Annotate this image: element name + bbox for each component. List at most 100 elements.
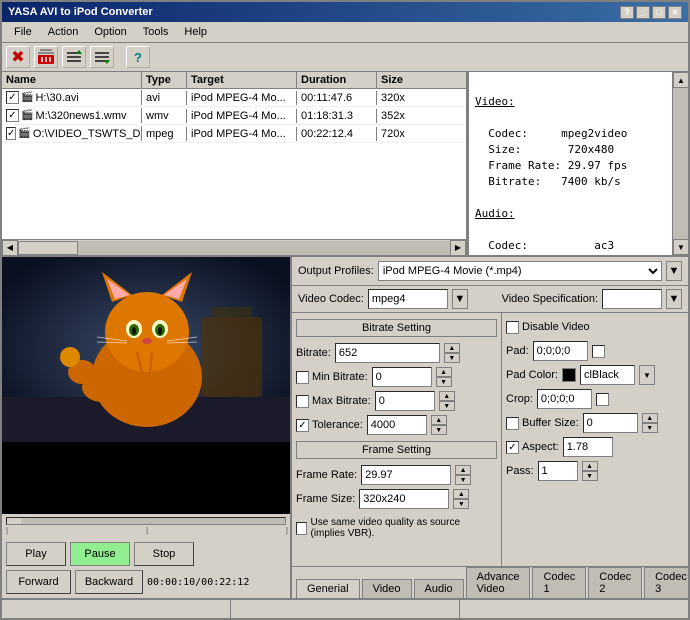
output-profiles-dropdown-btn[interactable]: ▼ — [666, 261, 682, 281]
tab-advance-video[interactable]: Advance Video — [466, 567, 531, 598]
min-bitrate-checkbox[interactable] — [296, 371, 309, 384]
tab-audio[interactable]: Audio — [414, 579, 464, 598]
menu-option[interactable]: Option — [86, 24, 134, 40]
video-codec-dropdown[interactable]: ▼ — [452, 289, 468, 309]
min-bitrate-down[interactable]: ▼ — [436, 377, 452, 387]
vbr-text: Use same video quality as source (implie… — [310, 517, 497, 539]
max-bitrate-input[interactable] — [375, 391, 435, 411]
pad-checkbox[interactable] — [592, 345, 605, 358]
info-scroll-track[interactable] — [673, 88, 688, 239]
pad-color-swatch[interactable] — [562, 368, 576, 382]
buffer-input[interactable] — [583, 413, 638, 433]
forward-button[interactable]: Forward — [6, 570, 71, 594]
buffer-spinner: ▲ ▼ — [642, 413, 658, 433]
tab-codec2[interactable]: Codec 2 — [588, 567, 642, 598]
play-button[interactable]: Play — [6, 542, 66, 566]
close-btn[interactable]: × — [668, 6, 682, 19]
move-down-toolbar-btn[interactable] — [90, 46, 114, 68]
pad-input[interactable] — [533, 341, 588, 361]
col-header-type[interactable]: Type — [142, 72, 187, 88]
table-row[interactable]: 🎬 M:\320news1.wmv wmv iPod MPEG-4 Mo... … — [2, 107, 466, 125]
buffer-down[interactable]: ▼ — [642, 423, 658, 433]
output-profiles-label: Output Profiles: — [298, 265, 374, 277]
pad-color-input[interactable] — [580, 365, 635, 385]
tolerance-up[interactable]: ▲ — [431, 415, 447, 425]
backward-button[interactable]: Backward — [75, 570, 143, 594]
file-check-0[interactable] — [6, 91, 19, 104]
crop-input[interactable] — [537, 389, 592, 409]
frame-rate-up[interactable]: ▲ — [455, 465, 471, 475]
frame-rate-spinner: ▲ ▼ — [455, 465, 471, 485]
frame-size-up[interactable]: ▲ — [453, 489, 469, 499]
frame-rate-input[interactable] — [361, 465, 451, 485]
info-scroll-down[interactable]: ▼ — [673, 239, 688, 255]
video-spec-input[interactable] — [602, 289, 662, 309]
delete-toolbar-btn[interactable] — [34, 46, 58, 68]
controls-area: Play Pause Stop Forward Backward 00:00:1… — [2, 538, 290, 598]
buffer-checkbox[interactable] — [506, 417, 519, 430]
minimize-btn[interactable]: _ — [636, 6, 650, 19]
file-check-1[interactable] — [6, 109, 19, 122]
col-header-size[interactable]: Size — [377, 72, 417, 88]
tab-codec3[interactable]: Codec 3 — [644, 567, 688, 598]
col-header-duration[interactable]: Duration — [297, 72, 377, 88]
file-check-2[interactable] — [6, 127, 16, 140]
frame-size-down[interactable]: ▼ — [453, 499, 469, 509]
maximize-btn[interactable]: □ — [652, 6, 666, 19]
min-bitrate-input[interactable] — [372, 367, 432, 387]
bitrate-up-btn[interactable]: ▲ — [444, 343, 460, 353]
tolerance-input[interactable] — [367, 415, 427, 435]
pass-down[interactable]: ▼ — [582, 471, 598, 481]
tab-generial[interactable]: Generial — [296, 579, 360, 598]
aspect-checkbox[interactable] — [506, 441, 519, 454]
buffer-up[interactable]: ▲ — [642, 413, 658, 423]
tolerance-down[interactable]: ▼ — [431, 425, 447, 435]
stop-button[interactable]: Stop — [134, 542, 194, 566]
menu-file[interactable]: File — [6, 24, 40, 40]
settings-area: Output Profiles: iPod MPEG-4 Movie (*.mp… — [292, 257, 688, 598]
help-toolbar-btn[interactable]: ? — [126, 46, 150, 68]
pause-button[interactable]: Pause — [70, 542, 130, 566]
max-bitrate-down[interactable]: ▼ — [439, 401, 455, 411]
settings-toolbar-btn[interactable]: ✖ — [6, 46, 30, 68]
scroll-track-h[interactable] — [18, 241, 450, 255]
table-row[interactable]: 🎬 O:\VIDEO_TSWTS_D... mpeg iPod MPEG-4 M… — [2, 125, 466, 143]
tab-video[interactable]: Video — [362, 579, 412, 598]
min-bitrate-up[interactable]: ▲ — [436, 367, 452, 377]
info-scroll-up[interactable]: ▲ — [673, 72, 688, 88]
bitrate-down-btn[interactable]: ▼ — [444, 353, 460, 363]
video-codec-input[interactable] — [368, 289, 448, 309]
bitrate-input[interactable] — [335, 343, 440, 363]
progress-track[interactable] — [6, 517, 286, 525]
menu-tools[interactable]: Tools — [135, 24, 177, 40]
file-type-0: avi — [142, 91, 187, 105]
max-bitrate-up[interactable]: ▲ — [439, 391, 455, 401]
aspect-input[interactable] — [563, 437, 613, 457]
file-name-0: 🎬 H:\30.avi — [2, 90, 142, 105]
scroll-thumb-h[interactable] — [18, 241, 78, 255]
pad-color-dropdown[interactable]: ▼ — [639, 365, 655, 385]
frame-size-input[interactable] — [359, 489, 449, 509]
video-spec-dropdown[interactable]: ▼ — [666, 289, 682, 309]
move-up-toolbar-btn[interactable] — [62, 46, 86, 68]
scroll-right-btn[interactable]: ▶ — [450, 240, 466, 256]
disable-video-checkbox[interactable] — [506, 321, 519, 334]
bottom-section: ||| Play Pause Stop Forward Backward 00:… — [2, 257, 688, 598]
menu-action[interactable]: Action — [40, 24, 87, 40]
file-type-2: mpeg — [142, 127, 187, 141]
menu-help[interactable]: Help — [176, 24, 215, 40]
tolerance-checkbox[interactable] — [296, 419, 309, 432]
vbr-checkbox[interactable] — [296, 522, 307, 535]
col-header-target[interactable]: Target — [187, 72, 297, 88]
crop-checkbox[interactable] — [596, 393, 609, 406]
tab-codec1[interactable]: Codec 1 — [532, 567, 586, 598]
help-title-btn[interactable]: ? — [620, 6, 634, 19]
pass-up[interactable]: ▲ — [582, 461, 598, 471]
table-row[interactable]: 🎬 H:\30.avi avi iPod MPEG-4 Mo... 00:11:… — [2, 89, 466, 107]
scroll-left-btn[interactable]: ◀ — [2, 240, 18, 256]
max-bitrate-checkbox[interactable] — [296, 395, 309, 408]
output-profiles-select[interactable]: iPod MPEG-4 Movie (*.mp4) — [378, 261, 662, 281]
frame-rate-down[interactable]: ▼ — [455, 475, 471, 485]
pass-input[interactable] — [538, 461, 578, 481]
col-header-name[interactable]: Name — [2, 72, 142, 88]
